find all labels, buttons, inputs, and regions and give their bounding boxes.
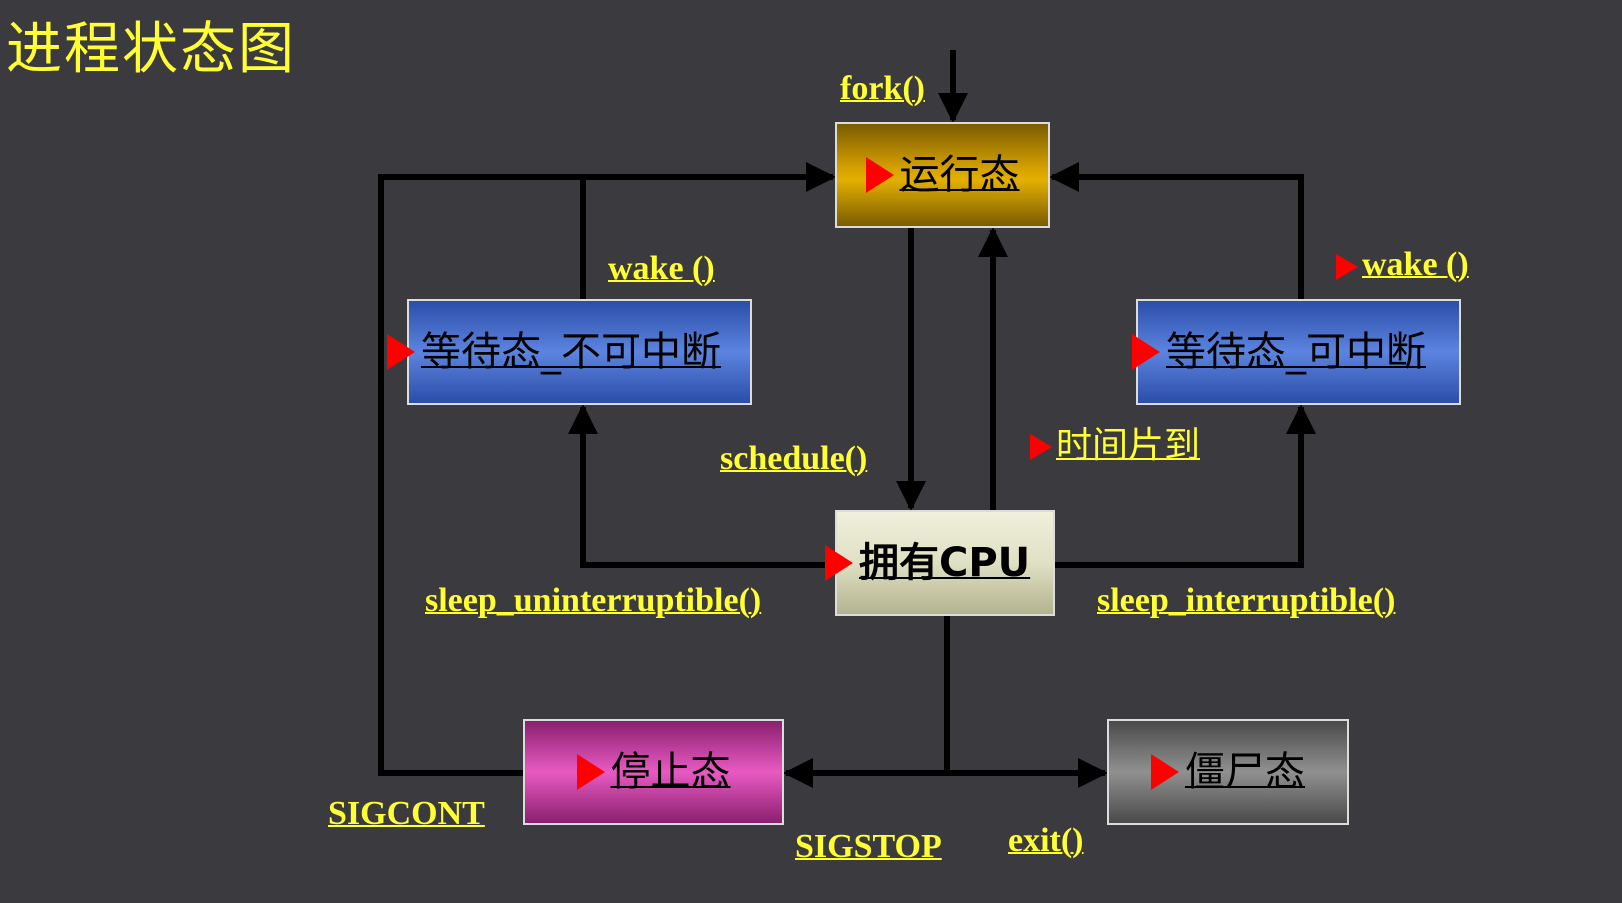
label-timeslice: 时间片到 <box>1056 425 1201 466</box>
state-zombie-label: 僵尸态 <box>1185 749 1305 795</box>
marker-arrow-icon <box>825 545 853 581</box>
state-stopped: 停止态 <box>523 719 784 825</box>
state-cpu: 拥有CPU <box>825 510 1055 616</box>
state-uninterruptible-label: 等待态_不可中断 <box>421 329 721 375</box>
edge-sleep-uninterruptible <box>568 404 835 568</box>
state-running: 运行态 <box>835 122 1050 228</box>
state-interruptible: 等待态_可中断 <box>1132 299 1461 405</box>
label-fork: fork() <box>840 70 925 107</box>
state-uninterruptible: 等待态_不可中断 <box>387 299 752 405</box>
marker-arrow-icon <box>387 334 415 370</box>
marker-arrow-icon <box>1132 334 1160 370</box>
marker-arrow-icon <box>1151 754 1179 790</box>
state-running-label: 运行态 <box>899 152 1020 198</box>
label-sleep-interruptible: sleep_interruptible() <box>1097 582 1396 619</box>
state-zombie: 僵尸态 <box>1107 719 1349 825</box>
diagram-canvas: 进程状态图 运行态 拥有CPU 等待态_不可中断 等待态_可中断 停止态 僵尸态… <box>0 0 1622 903</box>
state-interruptible-label: 等待态_可中断 <box>1166 329 1426 375</box>
label-timeslice-wrap: 时间片到 <box>1030 428 1200 464</box>
label-wake-right: wake () <box>1362 246 1469 283</box>
state-cpu-label: 拥有CPU <box>859 540 1031 586</box>
label-wake-left: wake () <box>608 250 715 287</box>
state-stopped-label: 停止态 <box>610 749 731 795</box>
label-wake-right-wrap: wake () <box>1336 248 1469 282</box>
marker-arrow-icon <box>1030 434 1052 460</box>
marker-arrow-icon <box>576 754 605 790</box>
edge-wake-right <box>1049 162 1304 299</box>
marker-arrow-icon <box>865 157 894 193</box>
label-sigcont: SIGCONT <box>328 795 485 832</box>
label-sleep-uninterruptible: sleep_uninterruptible() <box>425 582 762 619</box>
marker-arrow-icon <box>1336 254 1358 281</box>
label-sigstop: SIGSTOP <box>795 828 942 865</box>
label-schedule: schedule() <box>720 440 868 477</box>
label-exit: exit() <box>1008 822 1084 859</box>
